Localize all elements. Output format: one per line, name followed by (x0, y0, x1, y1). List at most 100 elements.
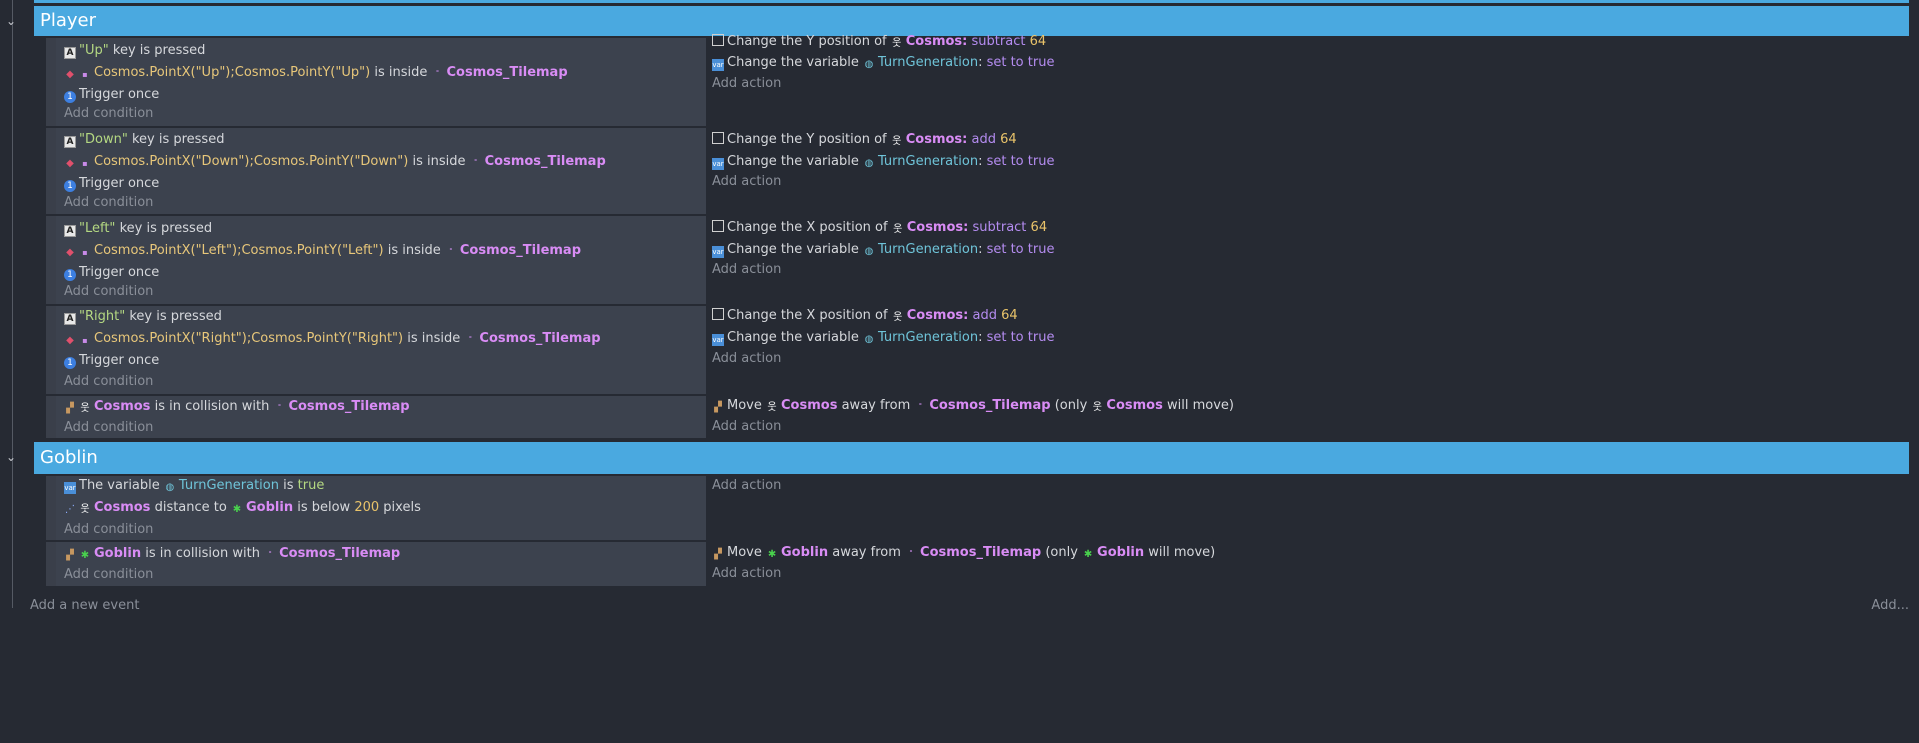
tilemap-small-icon: ▪ (82, 70, 88, 79)
action-text: will move) (1148, 545, 1216, 560)
action-text: (only (1045, 545, 1078, 560)
add-condition-link[interactable]: Add condition (64, 282, 153, 302)
tilemap-object: Cosmos_Tilemap (479, 331, 601, 346)
point-expression: Cosmos.PointX("Down");Cosmos.PointY("Dow… (94, 154, 409, 169)
goblin-sprite-icon: ✱ (1083, 549, 1093, 560)
add-condition-link[interactable]: Add condition (64, 104, 153, 124)
operator: subtract (971, 34, 1026, 49)
condition-collision[interactable]: ▞ 웃 Cosmos is in collision with ˚ Cosmos_Ti… (64, 397, 409, 417)
condition-key-pressed[interactable]: A "Right" key is pressed (64, 307, 222, 327)
trigger-once-icon: 1 (64, 180, 76, 192)
collapse-player-toggle[interactable]: ⌄ (4, 14, 18, 28)
action-text: Change the X position of (727, 220, 888, 235)
action-change-variable[interactable]: var Change the variable ◍ TurnGeneration: … (712, 53, 1054, 73)
actions-panel: ▞ Move ✱ Goblin away from ˚ Cosmos_Tilemap … (706, 542, 1909, 586)
add-condition-link[interactable]: Add condition (64, 520, 153, 540)
cosmos-sprite-icon: 웃 (893, 312, 903, 323)
point-expression: Cosmos.PointX("Up");Cosmos.PointY("Up") (94, 65, 371, 80)
add-condition-link[interactable]: Add condition (64, 193, 153, 213)
add-action-link[interactable]: Add action (712, 417, 781, 437)
action-change-variable[interactable]: var Change the variable ◍ TurnGeneration: … (712, 240, 1054, 260)
key-name: "Right" (79, 309, 126, 324)
cosmos-sprite-icon: 웃 (80, 504, 90, 515)
add-action-link[interactable]: Add action (712, 172, 781, 192)
position-icon (712, 308, 724, 320)
condition-key-pressed[interactable]: A "Left" key is pressed (64, 219, 212, 239)
event-gutter[interactable] (46, 476, 56, 540)
add-condition-link[interactable]: Add condition (64, 565, 153, 585)
add-action-link[interactable]: Add action (712, 260, 781, 280)
action-change-variable[interactable]: var Change the variable ◍ TurnGeneration: … (712, 328, 1054, 348)
trigger-once-icon: 1 (64, 269, 76, 281)
point-expression: Cosmos.PointX("Left");Cosmos.PointY("Lef… (94, 243, 384, 258)
move-away-icon: ▞ (714, 402, 722, 413)
condition-text: is in collision with (154, 399, 270, 414)
action-move-away[interactable]: ▞ Move ✱ Goblin away from ˚ Cosmos_Tilemap … (712, 543, 1215, 563)
event-gutter[interactable] (46, 396, 56, 438)
cosmos-object: Cosmos (94, 399, 151, 414)
add-action-link[interactable]: Add action (712, 349, 781, 369)
add-condition-link[interactable]: Add condition (64, 372, 153, 392)
keyboard-icon: A (64, 313, 76, 325)
action-move-away[interactable]: ▞ Move 웃 Cosmos away from ˚ Cosmos_Tilemap … (712, 396, 1234, 416)
tilemap-icon: ˚ (473, 159, 478, 168)
variable-name: TurnGeneration (178, 478, 279, 493)
global-variable-icon: ◍ (864, 334, 874, 345)
goblin-sprite-icon: ✱ (232, 504, 242, 515)
variable-icon: var (712, 59, 724, 71)
condition-key-pressed[interactable]: A "Down" key is pressed (64, 130, 224, 150)
condition-point-inside[interactable]: ◆ ▪ Cosmos.PointX("Right");Cosmos.PointY("… (64, 329, 601, 349)
condition-point-inside[interactable]: ◆ ▪ Cosmos.PointX("Up");Cosmos.PointY("Up"… (64, 63, 568, 83)
action-change-position[interactable]: Change the Y position of 웃 Cosmos: add 64 (712, 130, 1017, 150)
cosmos-object: Cosmos (94, 500, 151, 515)
move-away-icon: ▞ (714, 549, 722, 560)
add-action-link[interactable]: Add action (712, 74, 781, 94)
condition-text: Trigger once (79, 87, 160, 102)
operator: set to true (986, 55, 1055, 70)
condition-distance[interactable]: ⋰ 웃 Cosmos distance to ✱ Goblin is below 20… (64, 498, 421, 518)
condition-key-pressed[interactable]: A "Up" key is pressed (64, 41, 205, 61)
condition-variable-check[interactable]: var The variable ◍ TurnGeneration is true (64, 476, 324, 496)
add-new-event-link[interactable]: Add a new event (30, 596, 139, 616)
add-condition-link[interactable]: Add condition (64, 418, 153, 438)
cosmos-sprite-icon: 웃 (1092, 402, 1102, 413)
event-gutter[interactable] (46, 216, 56, 304)
condition-text: is below (297, 500, 351, 515)
condition-trigger-once[interactable]: 1 Trigger once (64, 351, 159, 371)
conditions-panel: var The variable ◍ TurnGeneration is true … (56, 476, 706, 540)
event-gutter[interactable] (46, 542, 56, 586)
event-right: A "Right" key is pressed ◆ ▪ Cosmos.PointX(… (56, 306, 1909, 394)
action-change-position[interactable]: Change the X position of 웃 Cosmos: add 64 (712, 306, 1018, 326)
condition-text: is inside (374, 65, 428, 80)
action-change-position[interactable]: Change the Y position of 웃 Cosmos: subtra… (712, 32, 1046, 52)
action-change-position[interactable]: Change the X position of 웃 Cosmos: subtra… (712, 218, 1047, 238)
cosmos-object: Cosmos: (906, 308, 969, 323)
condition-trigger-once[interactable]: 1 Trigger once (64, 85, 159, 105)
add-action-link[interactable]: Add action (712, 564, 781, 584)
event-gutter[interactable] (46, 128, 56, 214)
action-text: away from (832, 545, 901, 560)
condition-text: is inside (412, 154, 466, 169)
add-menu-button[interactable]: Add... (1871, 596, 1909, 616)
group-header-goblin[interactable]: Goblin (34, 442, 1909, 474)
tilemap-object: Cosmos_Tilemap (279, 546, 401, 561)
action-change-variable[interactable]: var Change the variable ◍ TurnGeneration: … (712, 152, 1054, 172)
position-icon (712, 132, 724, 144)
condition-point-inside[interactable]: ◆ ▪ Cosmos.PointX("Down");Cosmos.PointY("D… (64, 152, 606, 172)
condition-text: distance to (154, 500, 227, 515)
conditions-panel: ▞ ✱ Goblin is in collision with ˚ Cosmos_Ti… (56, 542, 706, 586)
cosmos-sprite-icon: 웃 (80, 403, 90, 414)
collapse-goblin-toggle[interactable]: ⌄ (4, 450, 18, 464)
add-action-link[interactable]: Add action (712, 476, 781, 496)
event-gutter[interactable] (46, 306, 56, 394)
point-expression: Cosmos.PointX("Right");Cosmos.PointY("Ri… (94, 331, 404, 346)
condition-trigger-once[interactable]: 1 Trigger once (64, 174, 159, 194)
condition-collision[interactable]: ▞ ✱ Goblin is in collision with ˚ Cosmos_Ti… (64, 544, 400, 564)
condition-point-inside[interactable]: ◆ ▪ Cosmos.PointX("Left");Cosmos.PointY("L… (64, 241, 581, 261)
operator: add (971, 132, 996, 147)
event-gutter[interactable] (46, 38, 56, 126)
value-true: true (297, 478, 325, 493)
distance-icon: ⋰ (65, 504, 75, 515)
variable-icon: var (712, 334, 724, 346)
condition-trigger-once[interactable]: 1 Trigger once (64, 263, 159, 283)
